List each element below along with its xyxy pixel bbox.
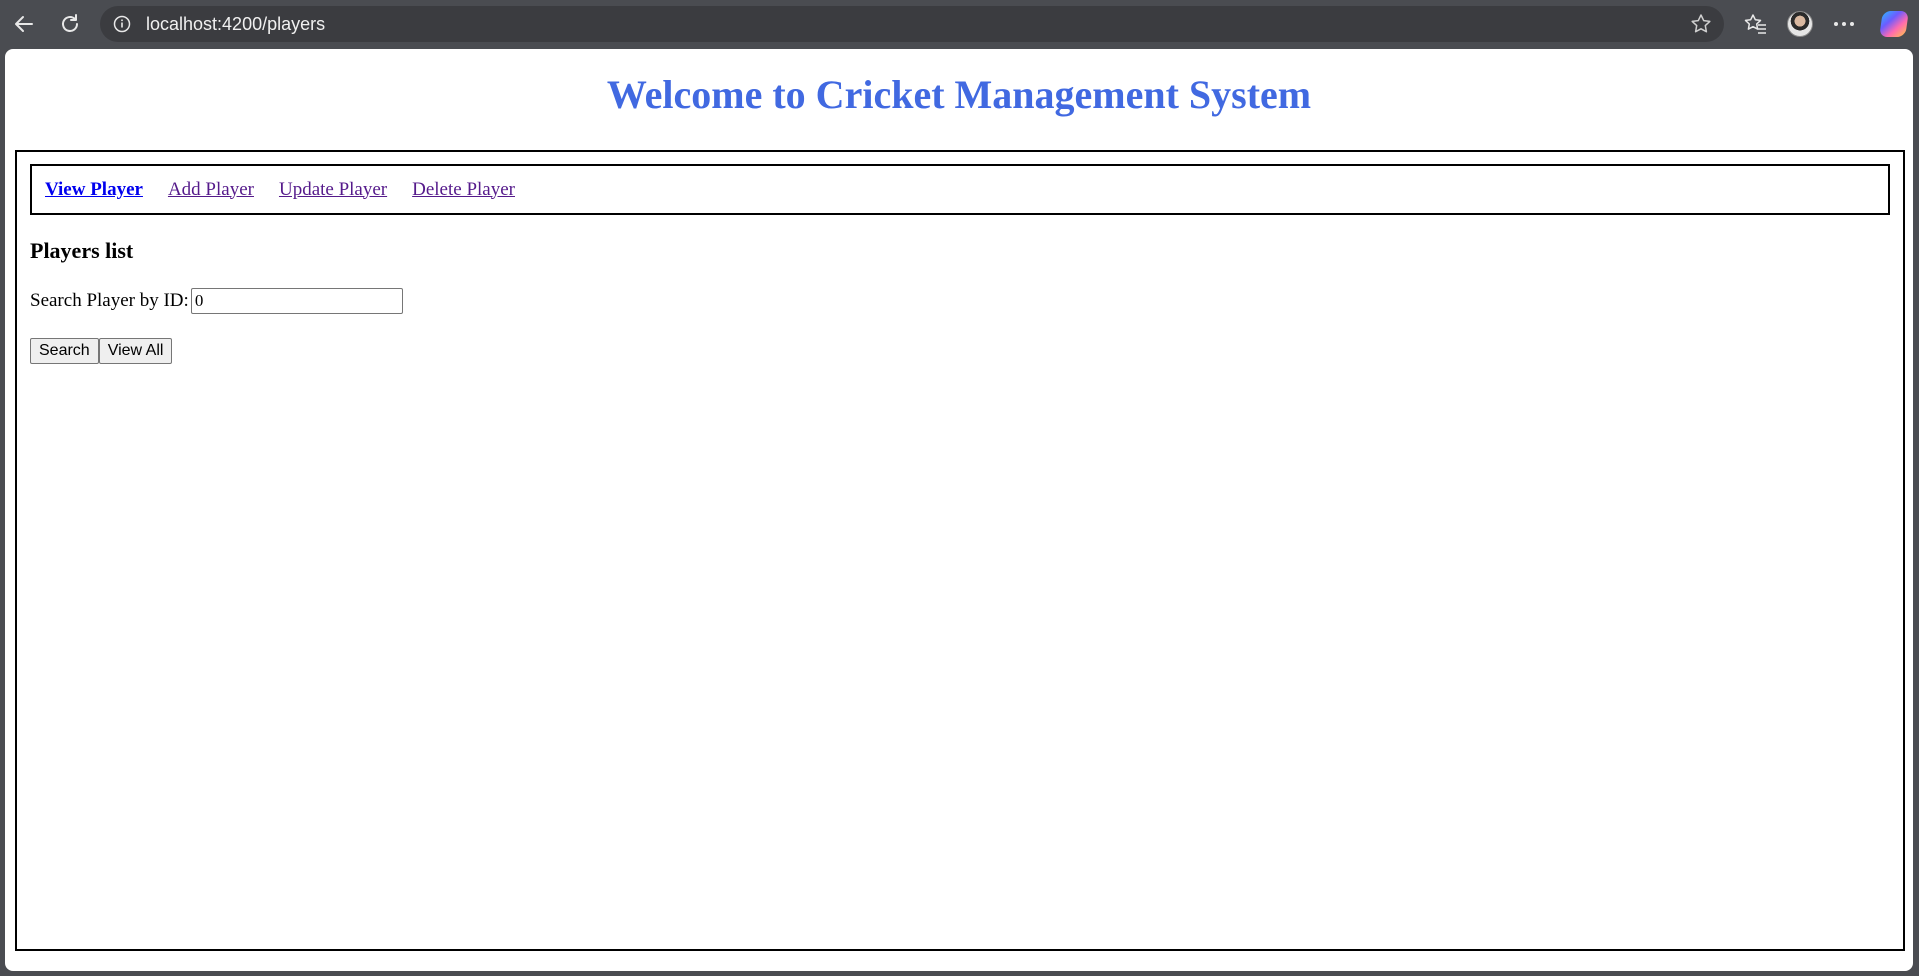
url-text[interactable]: localhost:4200/players [146,14,325,35]
reload-icon [62,14,78,32]
page-title: Welcome to Cricket Management System [606,72,1312,117]
search-row: Search Player by ID: [30,288,403,314]
nav-link-delete-player[interactable]: Delete Player [412,179,515,201]
search-label: Search Player by ID: [30,290,189,311]
players-list-heading: Players list [30,238,134,263]
search-button[interactable]: Search [30,338,99,364]
button-row: Search View All [30,338,173,364]
nav-link-update-player[interactable]: Update Player [279,179,387,201]
reload-button[interactable] [56,10,84,38]
info-icon[interactable] [112,14,132,34]
avatar [1787,11,1813,37]
view-all-button[interactable]: View All [98,338,173,364]
back-arrow-icon [15,16,33,32]
copilot-icon [1879,11,1909,37]
copilot-button[interactable] [1879,10,1909,38]
app-container: View Player Add Player Update Player Del… [15,150,1905,951]
player-id-input[interactable] [190,288,403,314]
browser-toolbar: localhost:4200/players [0,0,1919,48]
page-viewport: Welcome to Cricket Management System Vie… [5,49,1913,971]
favorites-icon[interactable] [1742,10,1770,38]
nav-link-view-player[interactable]: View Player [45,179,143,201]
address-bar[interactable]: localhost:4200/players [100,6,1724,42]
nav-link-add-player[interactable]: Add Player [168,179,254,201]
more-options-icon[interactable] [1830,10,1858,38]
favorite-star-icon[interactable] [1690,13,1712,35]
profile-button[interactable] [1786,10,1814,38]
navbar: View Player Add Player Update Player Del… [30,164,1890,215]
back-button[interactable] [10,10,38,38]
